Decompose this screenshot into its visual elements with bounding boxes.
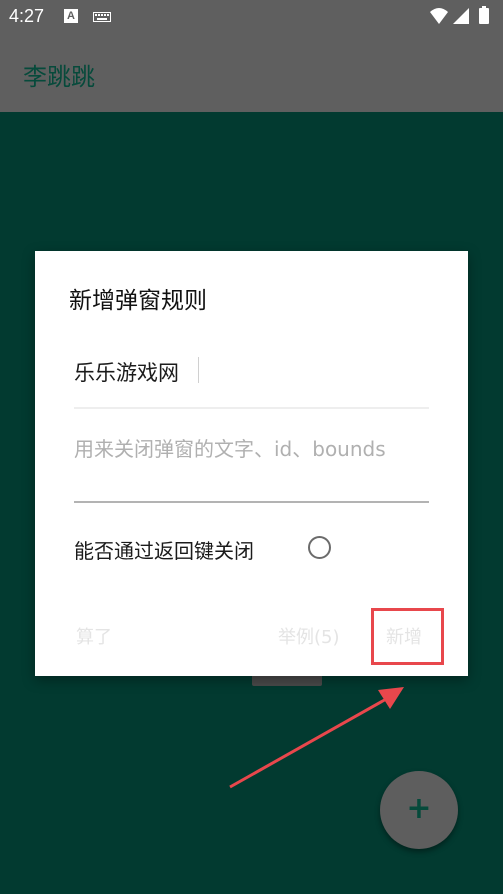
- annotation-arrow: [229, 687, 404, 789]
- plus-icon: +: [406, 791, 432, 826]
- add-rule-fab[interactable]: +: [380, 771, 458, 849]
